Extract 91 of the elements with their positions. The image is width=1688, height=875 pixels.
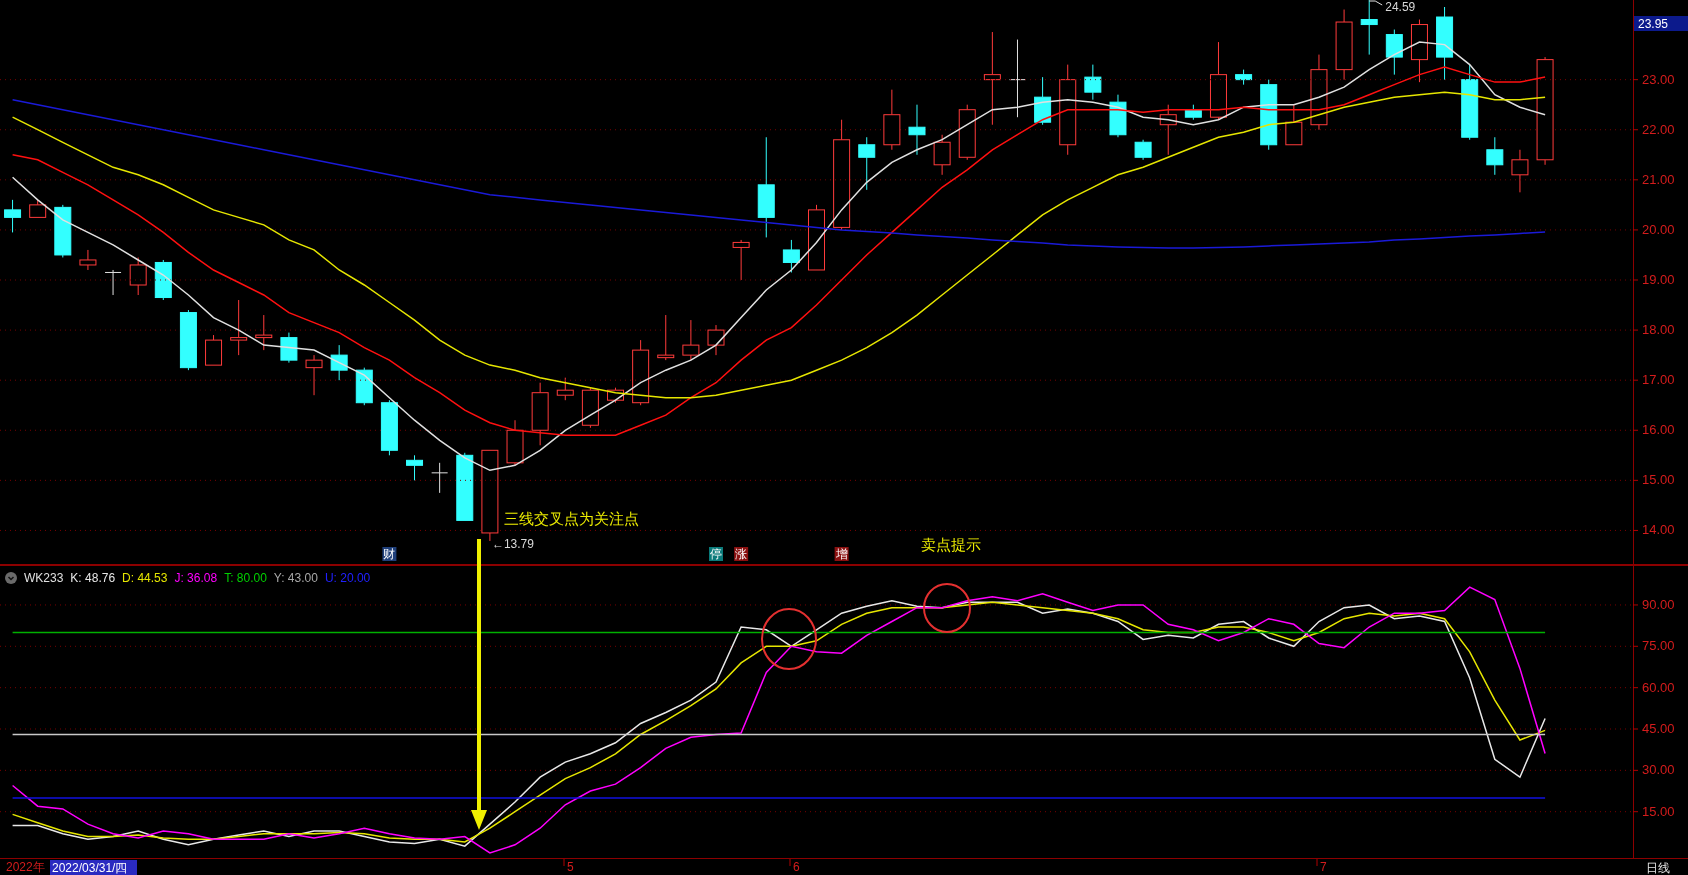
candlestick bbox=[1184, 104, 1202, 121]
candlestick bbox=[79, 249, 97, 271]
candlestick bbox=[682, 319, 700, 361]
year-label: 2022年 bbox=[6, 860, 45, 874]
candlestick bbox=[933, 134, 951, 176]
candlestick bbox=[506, 419, 524, 466]
candlestick bbox=[958, 104, 976, 161]
candlestick bbox=[1159, 104, 1177, 156]
candlestick bbox=[1084, 64, 1102, 101]
candlestick bbox=[330, 344, 348, 381]
candlestick bbox=[657, 314, 675, 361]
candlestick bbox=[1235, 69, 1253, 86]
period-label[interactable]: 日线 bbox=[1646, 861, 1670, 875]
candlestick bbox=[1134, 139, 1152, 161]
axis-label: 14.00 bbox=[1642, 522, 1675, 538]
event-tag: 停 bbox=[709, 547, 723, 561]
candlestick bbox=[255, 314, 273, 351]
axis-label: 23.00 bbox=[1642, 71, 1675, 87]
candlestick bbox=[280, 332, 298, 364]
candlestick bbox=[380, 399, 398, 456]
month-label: 7 bbox=[1320, 860, 1327, 874]
highlight-circle bbox=[761, 608, 817, 670]
axis-label: 16.00 bbox=[1642, 422, 1675, 438]
axis-label: 17.00 bbox=[1642, 372, 1675, 388]
axis-label: 60.00 bbox=[1642, 679, 1675, 695]
indicator-reading: T: 80.00 bbox=[224, 571, 267, 585]
highlight-circle bbox=[923, 583, 971, 633]
candlestick bbox=[808, 204, 825, 271]
axis-label: 18.00 bbox=[1642, 322, 1675, 338]
candlestick bbox=[1486, 136, 1504, 176]
axis-label: 22.00 bbox=[1642, 121, 1675, 137]
axis-label: 15.00 bbox=[1642, 472, 1675, 488]
candlestick bbox=[1410, 19, 1428, 83]
collapse-icon[interactable] bbox=[5, 572, 17, 584]
candlestick bbox=[1360, 0, 1378, 56]
cursor-date-label: 2022/03/31/四 bbox=[50, 860, 137, 875]
indicator-name: WK233 bbox=[24, 571, 64, 585]
candlestick bbox=[581, 387, 599, 429]
axis-label: 30.00 bbox=[1642, 762, 1675, 778]
axis-label: 45.00 bbox=[1642, 721, 1675, 736]
candlestick bbox=[782, 239, 800, 273]
candlestick bbox=[1109, 94, 1127, 138]
candlestick bbox=[908, 104, 926, 156]
indicator-reading: Y: 43.00 bbox=[273, 571, 318, 585]
candlestick bbox=[355, 367, 373, 406]
candlestick bbox=[4, 199, 22, 233]
candlestick bbox=[632, 339, 650, 406]
annotation-text: 卖点提示 bbox=[921, 536, 981, 553]
event-tag: 财 bbox=[382, 547, 397, 561]
candlestick bbox=[858, 136, 876, 191]
candlestick bbox=[406, 454, 424, 481]
axis-label: 15.00 bbox=[1642, 803, 1675, 819]
month-label: 5 bbox=[567, 860, 574, 874]
candlestick bbox=[104, 269, 122, 296]
axis-label: 19.00 bbox=[1642, 272, 1675, 287]
candlestick bbox=[305, 354, 323, 396]
candlestick bbox=[707, 324, 725, 356]
candlestick bbox=[531, 382, 549, 446]
month-label: 6 bbox=[793, 860, 800, 874]
candlestick bbox=[883, 89, 901, 151]
indicator-reading: K: 48.76 bbox=[70, 571, 116, 585]
candlestick bbox=[154, 259, 172, 301]
candlestick bbox=[431, 462, 449, 494]
indicator-reading: D: 44.53 bbox=[122, 571, 168, 585]
axis-label: 75.00 bbox=[1642, 638, 1675, 654]
indicator-reading: U: 20.00 bbox=[324, 571, 371, 585]
candlestick bbox=[456, 452, 474, 521]
low-price-label: ←13.79 bbox=[491, 537, 534, 551]
indicator-reading: J: 36.08 bbox=[174, 571, 218, 585]
last-price-badge: 23.95 bbox=[1634, 16, 1688, 31]
candlestick bbox=[179, 309, 197, 371]
event-tag: 涨 bbox=[734, 547, 749, 561]
candlestick bbox=[556, 377, 574, 401]
candlestick bbox=[1385, 29, 1403, 76]
axis-label: 90.00 bbox=[1642, 596, 1675, 612]
candlestick bbox=[732, 239, 750, 281]
axis-label: 21.00 bbox=[1642, 171, 1675, 187]
candlestick bbox=[54, 204, 72, 258]
candlestick bbox=[230, 299, 248, 356]
candlestick bbox=[607, 387, 624, 404]
candlestick bbox=[29, 199, 47, 218]
candlestick bbox=[1511, 149, 1529, 193]
event-tag: 增 bbox=[834, 547, 849, 561]
candlestick bbox=[1335, 9, 1353, 81]
axis-label: 20.00 bbox=[1642, 221, 1675, 237]
candlestick bbox=[1034, 76, 1052, 126]
candlestick bbox=[129, 256, 147, 296]
candlestick bbox=[1285, 104, 1303, 146]
annotation-text: 三线交叉点为关注点 bbox=[504, 510, 639, 527]
candlestick bbox=[205, 334, 223, 366]
candlestick bbox=[1260, 79, 1278, 151]
